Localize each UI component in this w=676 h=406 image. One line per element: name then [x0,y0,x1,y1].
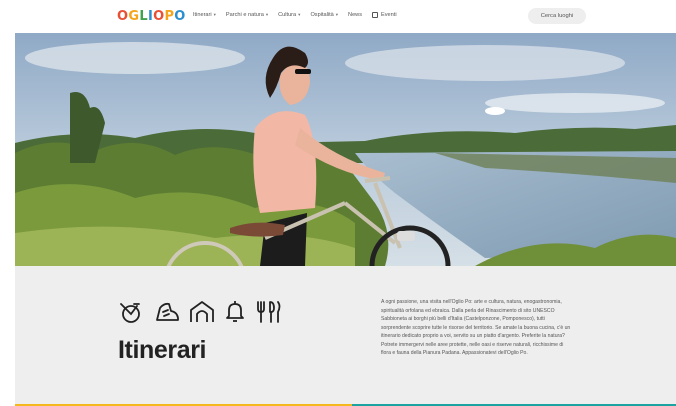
nav-itinerari[interactable]: Itinerari ▾ [193,12,216,18]
hero-image [15,33,676,266]
chevron-down-icon: ▾ [298,12,301,17]
site-header: OGLIOPO Itinerari ▾ Parchi e natura ▾ Cu… [0,0,676,32]
chevron-down-icon: ▾ [335,12,339,17]
site-logo[interactable]: OGLIOPO [117,9,186,24]
nav-ospitalita-label: Ospitalità [310,12,334,18]
cutlery-icon[interactable] [255,300,281,324]
intro-description: A ogni passione, una visita nell'Oglio P… [381,299,571,356]
nav-eventi[interactable]: Eventi [372,12,397,18]
nav-parchi-label: Parchi e natura [225,12,264,18]
bicycle-icon[interactable] [119,300,145,324]
nav-news[interactable]: News [348,12,362,18]
nav-parchi[interactable]: Parchi e natura ▾ [226,12,268,18]
search-places-button[interactable]: Cerca luoghi [528,8,586,24]
chevron-down-icon: ▾ [265,12,269,17]
logo-letter: O [117,9,129,24]
chevron-down-icon: ▾ [213,12,216,17]
nav-itinerari-label: Itinerari [193,12,212,18]
page-title: Itinerari [118,336,207,364]
hiking-boot-icon[interactable] [154,300,180,324]
nav-ospitalita[interactable]: Ospitalità ▾ [310,12,338,18]
house-arch-icon[interactable] [189,300,215,324]
hero-photo [15,33,676,266]
nav-cultura[interactable]: Cultura ▾ [278,12,300,18]
calendar-icon [372,12,379,18]
logo-letter: L [139,9,148,24]
logo-letter: O [174,9,186,24]
search-places-label: Cerca luoghi [540,13,574,19]
nav-news-label: News [348,12,363,18]
main-nav: Itinerari ▾ Parchi e natura ▾ Cultura ▾ … [193,12,397,18]
nav-cultura-label: Cultura [278,12,297,18]
category-icons [119,300,281,324]
bell-icon[interactable] [224,300,246,324]
logo-letter: G [128,9,140,24]
logo-letter: O [153,9,165,24]
nav-eventi-label: Eventi [381,12,397,18]
itinerari-intro: Itinerari A ogni passione, una visita ne… [15,266,676,404]
logo-letter: P [164,9,175,24]
